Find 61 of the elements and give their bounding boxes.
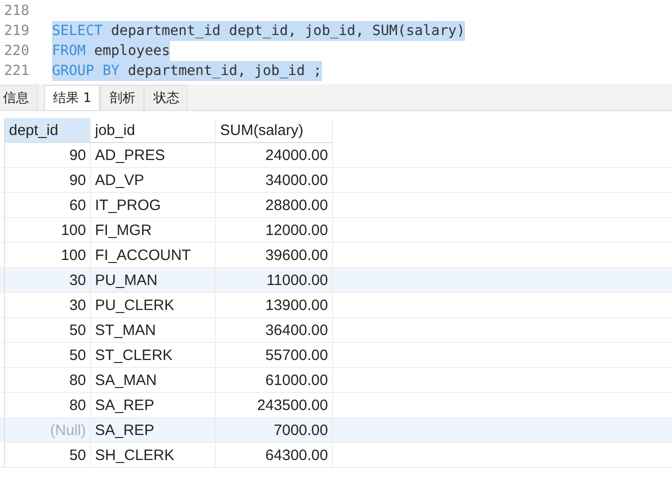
- table-cell: AD_VP: [91, 168, 216, 192]
- table-cell: AD_PRES: [91, 143, 216, 167]
- line-number: 219: [3, 23, 30, 39]
- table-row[interactable]: 100 FI_MGR 12000.00: [0, 218, 672, 243]
- table-cell: (Null): [5, 418, 91, 442]
- table-cell: 80: [5, 368, 91, 392]
- table-cell: 100: [5, 218, 91, 242]
- line-number: 218: [3, 3, 30, 19]
- table-cell: ST_MAN: [91, 318, 216, 342]
- table-cell: 55700.00: [216, 343, 333, 367]
- table-cell: 80: [5, 393, 91, 417]
- table-cell: ST_CLERK: [91, 343, 216, 367]
- column-header[interactable]: job_id: [91, 118, 216, 143]
- table-cell: PU_CLERK: [91, 293, 216, 317]
- table-cell: SA_MAN: [91, 368, 216, 392]
- table-cell: 60: [5, 193, 91, 217]
- table-cell: 61000.00: [216, 368, 333, 392]
- table-row[interactable]: 90 AD_VP 34000.00: [0, 168, 672, 193]
- table-cell: 50: [5, 343, 91, 367]
- column-header[interactable]: SUM(salary): [216, 118, 333, 143]
- table-row[interactable]: 30 PU_CLERK 13900.00: [0, 293, 672, 318]
- table-cell: 30: [5, 293, 91, 317]
- table-cell: 28800.00: [216, 193, 333, 217]
- table-row[interactable]: 30 PU_MAN 11000.00: [0, 268, 672, 293]
- result-tab[interactable]: 结果 1: [44, 85, 100, 110]
- table-cell: 100: [5, 243, 91, 267]
- table-cell: 24000.00: [216, 143, 333, 167]
- table-row[interactable]: 90 AD_PRES 24000.00: [0, 143, 672, 168]
- table-cell: SA_REP: [91, 393, 216, 417]
- table-cell: 90: [5, 143, 91, 167]
- table-cell: 30: [5, 268, 91, 292]
- table-row[interactable]: 80 SA_MAN 61000.00: [0, 368, 672, 393]
- table-cell: 64300.00: [216, 443, 333, 467]
- table-cell: 7000.00: [216, 418, 333, 442]
- table-row[interactable]: 50 SH_CLERK 64300.00: [0, 443, 672, 468]
- table-cell: PU_MAN: [91, 268, 216, 292]
- result-tab[interactable]: 剖析: [100, 85, 144, 110]
- table-cell: 36400.00: [216, 318, 333, 342]
- line-number: 220: [3, 43, 30, 59]
- table-cell: 34000.00: [216, 168, 333, 192]
- table-cell: 12000.00: [216, 218, 333, 242]
- table-row[interactable]: (Null) SA_REP 7000.00: [0, 418, 672, 443]
- table-cell: IT_PROG: [91, 193, 216, 217]
- table-cell: 90: [5, 168, 91, 192]
- table-row[interactable]: 50 ST_MAN 36400.00: [0, 318, 672, 343]
- table-cell: 39600.00: [216, 243, 333, 267]
- table-cell: 243500.00: [216, 393, 333, 417]
- result-tab[interactable]: 状态: [144, 85, 188, 110]
- table-row[interactable]: 60 IT_PROG 28800.00: [0, 193, 672, 218]
- result-tab[interactable]: 信息: [0, 85, 38, 110]
- table-cell: 50: [5, 318, 91, 342]
- table-cell: SA_REP: [91, 418, 216, 442]
- table-cell: FI_ACCOUNT: [91, 243, 216, 267]
- table-cell: SH_CLERK: [91, 443, 216, 467]
- table-cell: 50: [5, 443, 91, 467]
- line-number: 221: [3, 63, 30, 79]
- table-cell: FI_MGR: [91, 218, 216, 242]
- table-cell: 11000.00: [216, 268, 333, 292]
- table-row[interactable]: 50 ST_CLERK 55700.00: [0, 343, 672, 368]
- column-header[interactable]: dept_id: [5, 118, 91, 143]
- table-cell: 13900.00: [216, 293, 333, 317]
